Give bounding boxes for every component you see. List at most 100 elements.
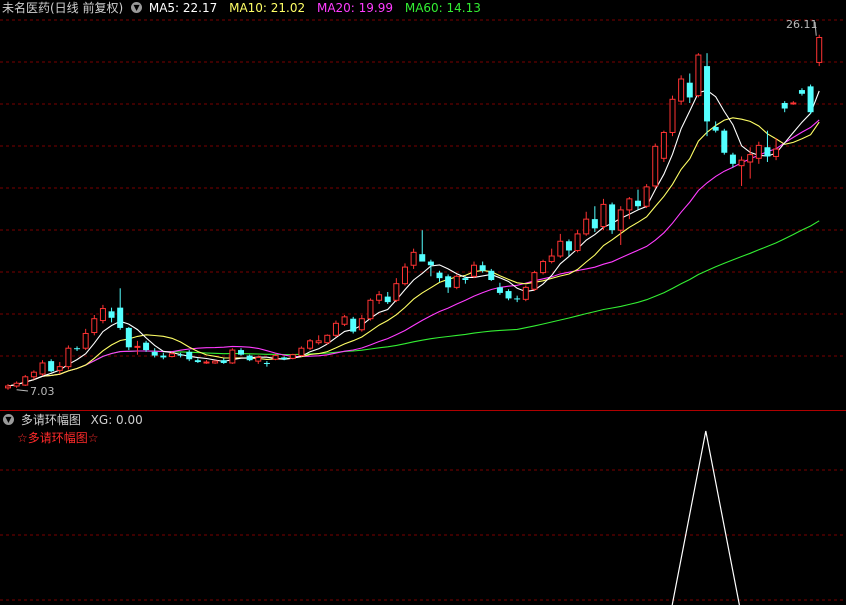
candle-down	[263, 362, 270, 364]
indicator-name: 多请环幅图	[20, 413, 81, 427]
candle-up	[30, 371, 37, 378]
ma10-label: MA10: 21.02	[229, 1, 306, 15]
candle-up	[393, 283, 400, 301]
candle-up	[289, 354, 296, 359]
candle-up	[531, 272, 538, 290]
candle-up	[91, 318, 98, 334]
candle-up	[203, 361, 210, 364]
candle-up	[272, 355, 279, 360]
candle-up	[652, 145, 659, 187]
candle-down	[350, 318, 357, 332]
high-price-marker: 26.11	[786, 18, 818, 31]
indicator-caption: ☆多请环幅图☆	[17, 431, 99, 445]
candle-up	[99, 308, 106, 322]
candle-down	[220, 360, 227, 363]
candle-up	[669, 98, 676, 133]
candle-down	[591, 219, 598, 229]
candle-down	[807, 86, 814, 113]
candle-up	[13, 382, 20, 387]
candle-down	[729, 154, 736, 164]
candle-up	[738, 159, 745, 167]
candle-up	[695, 54, 702, 97]
candle-down	[712, 126, 719, 131]
candle-up	[134, 345, 141, 348]
candle-down	[427, 261, 434, 266]
candle-up	[332, 322, 339, 336]
candle-up	[548, 255, 555, 263]
candle-down	[496, 287, 503, 293]
candle-up	[747, 154, 754, 163]
candle-down	[186, 351, 193, 360]
candle-up	[410, 251, 417, 266]
candle-down	[462, 278, 469, 280]
candle-up	[376, 294, 383, 301]
candle-up	[522, 286, 529, 300]
candle-up	[660, 131, 667, 159]
chevron-down-icon[interactable]: ▼	[3, 414, 14, 425]
candle-down	[419, 254, 426, 262]
ma60-label: MA60: 14.13	[404, 1, 481, 15]
candle-down	[48, 361, 55, 372]
candle-down	[686, 82, 693, 98]
stock-title: 未名医药(日线 前复权)	[2, 1, 124, 15]
ma60-line	[7, 220, 820, 387]
candle-down	[117, 307, 124, 328]
candle-up	[617, 209, 624, 231]
kline-chart[interactable]	[0, 0, 846, 605]
sub-panel-header: ▼ 多请环幅图 XG: 0.00	[0, 412, 143, 428]
candle-up	[82, 332, 89, 349]
candle-down	[108, 311, 115, 318]
candle-up	[315, 340, 322, 344]
candle-down	[505, 291, 512, 299]
signal-spike-1	[671, 430, 740, 605]
candle-up	[56, 366, 63, 371]
candle-down	[125, 327, 132, 348]
candle-down	[798, 90, 805, 94]
candle-up	[626, 198, 633, 211]
candle-up	[790, 102, 797, 105]
candle-down	[160, 355, 167, 358]
candle-up	[5, 385, 11, 389]
candle-down	[704, 66, 711, 122]
candle-down	[609, 204, 616, 231]
ma20-label: MA20: 19.99	[316, 1, 394, 15]
candle-down	[488, 270, 495, 280]
low-price-marker: 7.03	[30, 385, 55, 398]
candle-up	[341, 316, 348, 325]
candle-up	[324, 334, 331, 344]
candle-up	[307, 340, 314, 349]
candle-up	[168, 353, 175, 358]
candle-up	[583, 218, 590, 235]
xg-value: XG: 0.00	[90, 413, 143, 427]
candle-down	[436, 272, 443, 279]
candle-up	[401, 266, 408, 285]
candle-down	[74, 348, 81, 350]
candle-down	[281, 357, 288, 360]
candle-down	[479, 265, 486, 271]
candle-up	[255, 356, 262, 362]
candle-up	[773, 148, 780, 157]
candle-down	[194, 360, 201, 363]
candle-up	[229, 349, 236, 364]
candle-up	[358, 318, 365, 331]
candle-up	[212, 360, 219, 364]
chevron-down-icon[interactable]: ▼	[131, 2, 143, 13]
candle-down	[565, 241, 572, 251]
candle-up	[65, 347, 72, 368]
candle-up	[39, 362, 46, 375]
candle-up	[643, 186, 650, 207]
candle-down	[634, 200, 641, 207]
candle-down	[781, 102, 788, 109]
candle-up	[540, 261, 547, 274]
ma5-label: MA5: 22.17	[148, 1, 218, 15]
main-panel-header: 未名医药(日线 前复权) ▼ MA5: 22.17 MA10: 21.02 MA…	[0, 0, 481, 16]
candle-up	[471, 264, 478, 277]
candle-down	[445, 276, 452, 288]
candle-down	[143, 342, 150, 351]
candle-up	[367, 299, 374, 320]
candle-up	[600, 203, 607, 228]
candle-up	[298, 347, 305, 357]
candle-up	[816, 37, 823, 63]
candle-down	[514, 298, 521, 300]
candle-up	[557, 240, 564, 257]
